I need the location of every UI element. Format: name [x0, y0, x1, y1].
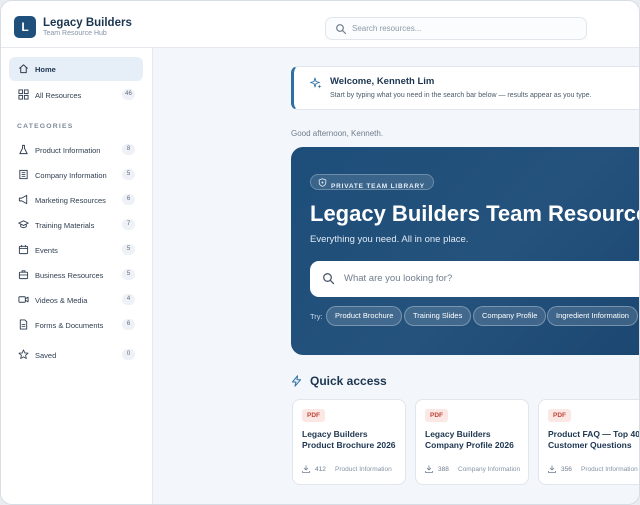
search-icon: [323, 273, 335, 285]
count-badge: 6: [122, 319, 135, 330]
file-type-badge: PDF: [548, 409, 571, 422]
sidebar-item-all-resources[interactable]: All Resources 46: [9, 83, 143, 107]
count-badge: 5: [122, 244, 135, 255]
grid-icon: [18, 89, 29, 100]
suggestion-chip[interactable]: Ingredient Information: [547, 306, 638, 326]
resource-card[interactable]: PDF Legacy Builders Company Profile 2026…: [415, 399, 529, 485]
sidebar-item-label: Events: [35, 246, 58, 255]
download-count: 356: [561, 466, 572, 473]
video-icon: [18, 296, 29, 303]
app-subtitle: Team Resource Hub: [43, 30, 107, 37]
flask-icon: [19, 144, 28, 155]
sidebar-item-business-resources[interactable]: Business Resources 5: [9, 263, 143, 287]
categories-heading: CATEGORIES: [17, 123, 74, 130]
card-title: Product FAQ — Top 40 Customer Questions: [548, 429, 640, 450]
star-icon: [18, 349, 29, 359]
sidebar: Home All Resources 46 CATEGORIES Product…: [1, 48, 153, 504]
count-badge: 5: [122, 169, 135, 180]
download-icon: [548, 465, 556, 473]
download-count: 388: [438, 466, 449, 473]
download-icon: [425, 465, 433, 473]
briefcase-icon: [18, 270, 29, 280]
hero-title: Legacy Builders Team Resources: [310, 201, 640, 226]
hero-search-input[interactable]: What are you looking for?: [310, 261, 639, 297]
app-title: Legacy Builders: [43, 17, 132, 29]
sidebar-item-forms-documents[interactable]: Forms & Documents 6: [9, 313, 143, 337]
sidebar-item-label: Company Information: [35, 171, 107, 180]
hero-subtitle: Everything you need. All in one place.: [310, 234, 469, 245]
count-badge: 4: [122, 294, 135, 305]
count-badge: 7: [122, 219, 135, 230]
greeting-text: Good afternoon, Kenneth.: [291, 129, 384, 138]
file-type-badge: PDF: [302, 409, 325, 422]
sidebar-item-label: Home: [35, 65, 56, 74]
shield-icon: [318, 178, 327, 187]
calendar-icon: [18, 244, 29, 255]
sidebar-item-home[interactable]: Home: [9, 57, 143, 81]
library-badge-text: PRIVATE TEAM LIBRARY: [331, 183, 425, 190]
card-category: Product Information: [335, 466, 392, 473]
logo[interactable]: L: [14, 16, 36, 38]
welcome-banner: Welcome, Kenneth Lim Start by typing wha…: [291, 66, 639, 110]
search-icon: [336, 24, 347, 35]
sidebar-item-label: Videos & Media: [35, 296, 88, 305]
sidebar-item-label: Marketing Resources: [35, 196, 106, 205]
download-count: 412: [315, 466, 326, 473]
sidebar-item-videos-media[interactable]: Videos & Media 4: [9, 288, 143, 312]
card-category: Company Information: [458, 466, 521, 473]
megaphone-icon: [18, 194, 28, 205]
file-type-badge: PDF: [425, 409, 448, 422]
lightning-icon: [292, 375, 301, 387]
card-title: Legacy Builders Product Brochure 2026: [302, 429, 396, 450]
card-category: Product Information: [581, 466, 638, 473]
sidebar-item-label: Business Resources: [35, 271, 104, 280]
download-icon: [302, 465, 310, 473]
suggestion-chip[interactable]: Product Brochure: [326, 306, 403, 326]
sidebar-item-marketing-resources[interactable]: Marketing Resources 6: [9, 188, 143, 212]
search-input[interactable]: Search resources...: [325, 17, 587, 40]
sidebar-item-label: Forms & Documents: [35, 321, 104, 330]
resource-card[interactable]: PDF Legacy Builders Product Brochure 202…: [292, 399, 406, 485]
count-badge: 5: [122, 269, 135, 280]
search-placeholder: Search resources...: [352, 24, 422, 33]
count-badge: 6: [122, 194, 135, 205]
suggestion-chip[interactable]: Training Slides: [404, 306, 472, 326]
resource-card[interactable]: PDF Product FAQ — Top 40 Customer Questi…: [538, 399, 640, 485]
app-window: L Legacy Builders Team Resource Hub Sear…: [0, 0, 640, 505]
home-icon: [19, 64, 28, 74]
building-icon: [19, 169, 28, 180]
sidebar-item-label: Saved: [35, 351, 57, 360]
quick-access-title: Quick access: [310, 374, 387, 388]
count-badge: 46: [122, 89, 135, 100]
sidebar-item-training-materials[interactable]: Training Materials 7: [9, 213, 143, 237]
count-badge: 8: [122, 144, 135, 155]
sparkle-icon: [310, 77, 322, 89]
sidebar-item-label: All Resources: [35, 91, 82, 100]
suggestion-chip[interactable]: Company Profile: [473, 306, 547, 326]
try-label: Try:: [310, 312, 323, 321]
sidebar-item-company-information[interactable]: Company Information 5: [9, 163, 143, 187]
welcome-title: Welcome, Kenneth Lim: [330, 76, 435, 87]
sidebar-item-label: Training Materials: [35, 221, 95, 230]
card-title: Legacy Builders Company Profile 2026: [425, 429, 514, 450]
main-content: Welcome, Kenneth Lim Start by typing wha…: [153, 48, 640, 504]
sidebar-item-events[interactable]: Events 5: [9, 238, 143, 262]
welcome-subtitle: Start by typing what you need in the sea…: [330, 92, 592, 99]
sidebar-item-label: Product Information: [35, 146, 101, 155]
document-icon: [19, 319, 28, 330]
hero-search-placeholder: What are you looking for?: [344, 273, 453, 284]
sidebar-item-saved[interactable]: Saved 0: [9, 343, 143, 367]
library-badge: PRIVATE TEAM LIBRARY: [310, 174, 434, 190]
count-badge: 0: [122, 349, 135, 360]
hero-banner: PRIVATE TEAM LIBRARY Legacy Builders Tea…: [291, 147, 640, 355]
mortarboard-icon: [18, 220, 29, 229]
sidebar-item-product-information[interactable]: Product Information 8: [9, 138, 143, 162]
top-bar: L Legacy Builders Team Resource Hub Sear…: [1, 1, 639, 48]
